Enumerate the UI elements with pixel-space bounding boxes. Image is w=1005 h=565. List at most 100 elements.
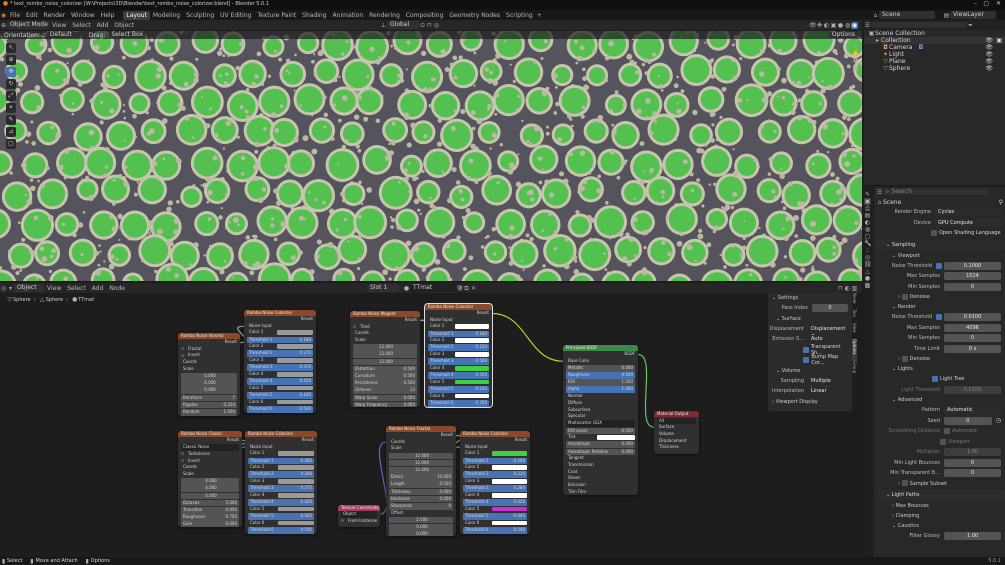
node-row[interactable]: Hardness 0.000 — [389, 495, 453, 503]
node-row[interactable]: Color 2 — [248, 464, 314, 471]
node-row[interactable]: Color 2 — [463, 464, 527, 471]
node-row[interactable]: Normal — [566, 393, 635, 400]
node-row[interactable]: Emission — [566, 482, 635, 489]
node-tc[interactable]: Texture Coordinate Object From Instancer — [338, 505, 380, 528]
node-row[interactable]: Coat — [566, 469, 635, 476]
color-swatch[interactable] — [491, 479, 527, 484]
render-max-samples[interactable]: 4096 — [944, 323, 1001, 332]
node-row[interactable]: Coords — [181, 464, 239, 471]
maximize-button[interactable]: ▢ — [983, 0, 989, 7]
node-row[interactable]: Threshold 1 0.280 — [248, 457, 314, 465]
node-header[interactable]: Material Output — [654, 411, 699, 417]
seed-field[interactable]: 0 — [944, 416, 992, 425]
pivot-icon[interactable]: ⊙ — [419, 22, 426, 29]
node-row[interactable]: Volume — [657, 431, 696, 438]
node-row[interactable]: 0.000 — [389, 523, 453, 531]
node-row[interactable]: Color 3 — [248, 478, 314, 485]
filter-icon[interactable]: ⏷ — [967, 22, 974, 29]
node-link[interactable] — [637, 353, 655, 428]
clock-icon[interactable]: ◷ — [996, 417, 1001, 424]
node-row[interactable]: Thickness 0.000 — [389, 488, 453, 496]
node-menu-add[interactable]: Add — [89, 284, 107, 293]
node-row[interactable]: Threshold 3 0.500 — [428, 358, 489, 365]
node-row[interactable]: Threshold 3 0.370 — [247, 364, 313, 371]
render-denoise-subpanel[interactable]: › Denoise — [876, 354, 1005, 364]
node-row[interactable]: Transition 0.050 — [181, 506, 239, 514]
tweak-tool-icon[interactable]: ↖ — [6, 43, 16, 53]
overlay-icon[interactable]: ◐ — [844, 285, 851, 292]
pass-index-field[interactable]: 0 — [812, 304, 848, 313]
node-row[interactable]: Threshold 2 0.300 — [248, 471, 314, 479]
pan-icon[interactable]: ✋ — [852, 50, 859, 57]
node-row[interactable]: Gain 0.000 — [181, 521, 239, 528]
node-checkbox[interactable] — [181, 353, 184, 357]
xray-icon[interactable]: ▣ — [830, 22, 837, 29]
node-row[interactable]: Coords — [353, 330, 417, 337]
visibility-eye-icon[interactable]: 👁 — [985, 37, 993, 44]
node-row[interactable]: Warp Frequency 0.000 — [353, 401, 417, 408]
sampling-panel[interactable]: ⌄ Sampling — [876, 239, 1005, 250]
node-row[interactable]: Threshold 6 0.500 — [463, 526, 527, 534]
clamping-subpanel[interactable]: › Clamping — [876, 511, 1005, 521]
menu-add[interactable]: Add — [94, 21, 112, 30]
node-row[interactable]: Threshold 6 0.540 — [248, 526, 314, 534]
output-tab-icon[interactable]: ⎙ — [864, 205, 871, 212]
color-swatch[interactable] — [277, 520, 314, 526]
sidebar-tab-view[interactable]: View — [852, 323, 857, 339]
node-link[interactable] — [491, 312, 564, 362]
node-sc1[interactable]: Rombo Noise Colorizer Result Noise Input Co… — [244, 310, 316, 413]
node-row[interactable]: Color 2 — [247, 343, 313, 350]
osl-checkbox[interactable] — [931, 230, 937, 237]
rotate-tool-icon[interactable]: ↻ — [6, 79, 16, 89]
node-row[interactable]: Classic Noise — [181, 444, 239, 451]
scene-selector[interactable]: Scene — [879, 11, 935, 19]
node-row[interactable]: Object — [341, 511, 377, 518]
gizmo-icon[interactable]: ✥ — [816, 22, 823, 29]
lights-subpanel[interactable]: ⌄ Lights — [876, 364, 1005, 374]
node-editor-type-icon[interactable]: ◎ — [0, 285, 7, 292]
node-row[interactable]: Color 5 — [428, 379, 489, 386]
cursor-tool-icon[interactable]: ⊕ — [6, 55, 16, 65]
node-sc2[interactable]: Rombo Noise Colorizer Result Noise Input Co… — [424, 303, 493, 408]
node-checkbox[interactable] — [353, 325, 356, 329]
node-row[interactable]: Color 3 — [247, 357, 313, 364]
node-row[interactable]: Ripples 0.250 — [181, 401, 237, 409]
scale-tool-icon[interactable]: ⤢ — [6, 91, 16, 101]
shading-rendered-icon[interactable]: ◉ — [851, 21, 858, 29]
tab-layout[interactable]: Layout — [123, 10, 150, 20]
node-row[interactable]: Iterations 7 — [181, 394, 237, 402]
color-swatch[interactable] — [491, 451, 527, 456]
minimize-button[interactable]: – — [974, 0, 977, 7]
sample-subset-subpanel[interactable]: › Sample Subset — [876, 479, 1005, 489]
device-dropdown[interactable]: GPU Compute — [935, 218, 1001, 227]
interpolation-dropdown[interactable]: Linear — [808, 387, 848, 396]
outliner-item-sphere[interactable]: ▽Sphere 👁 — [864, 65, 1005, 72]
menu-object[interactable]: Object — [111, 21, 137, 30]
node-row[interactable]: 12.000 — [389, 466, 453, 474]
color-swatch[interactable] — [277, 493, 314, 498]
node-row[interactable]: Scale — [353, 337, 417, 344]
node-row[interactable]: Color 3 — [463, 478, 527, 485]
annotate-tool-icon[interactable]: ✎ — [6, 115, 16, 125]
material-tab-icon[interactable]: ● — [864, 275, 871, 282]
node-row[interactable]: Tiled — [353, 324, 417, 331]
emission-sampling-dropdown[interactable]: Auto — [808, 335, 848, 344]
displacement-dropdown[interactable]: Displacement O... — [808, 324, 848, 340]
visibility-eye-icon[interactable]: 👁 — [985, 65, 993, 72]
snap-icon[interactable]: ⊓ — [426, 22, 433, 29]
caustics-subpanel[interactable]: ⌄ Caustics — [876, 521, 1005, 531]
node-mag[interactable]: Rombo Noise Magnet Result Tiled Coords Scale… — [350, 311, 420, 408]
node-row[interactable]: 0.000 — [181, 380, 237, 387]
menu-select[interactable]: Select — [69, 21, 94, 30]
node-row[interactable]: Distortion 0.500 — [353, 365, 417, 373]
node-row[interactable]: Base Color — [566, 358, 635, 365]
node-row[interactable]: Threshold 5 0.445 — [247, 392, 313, 399]
node-row[interactable]: Threshold 4 0.420 — [463, 499, 527, 506]
node-row[interactable]: Threshold 3 0.280 — [463, 485, 527, 492]
node-row[interactable]: Specular — [566, 413, 635, 420]
node-menu-select[interactable]: Select — [64, 284, 89, 293]
node-row[interactable]: Tangent — [566, 455, 635, 462]
add-workspace-icon[interactable]: + — [536, 12, 543, 19]
measure-tool-icon[interactable]: ⊿ — [6, 127, 16, 137]
node-row[interactable]: Metallic 0.000 — [566, 364, 635, 372]
